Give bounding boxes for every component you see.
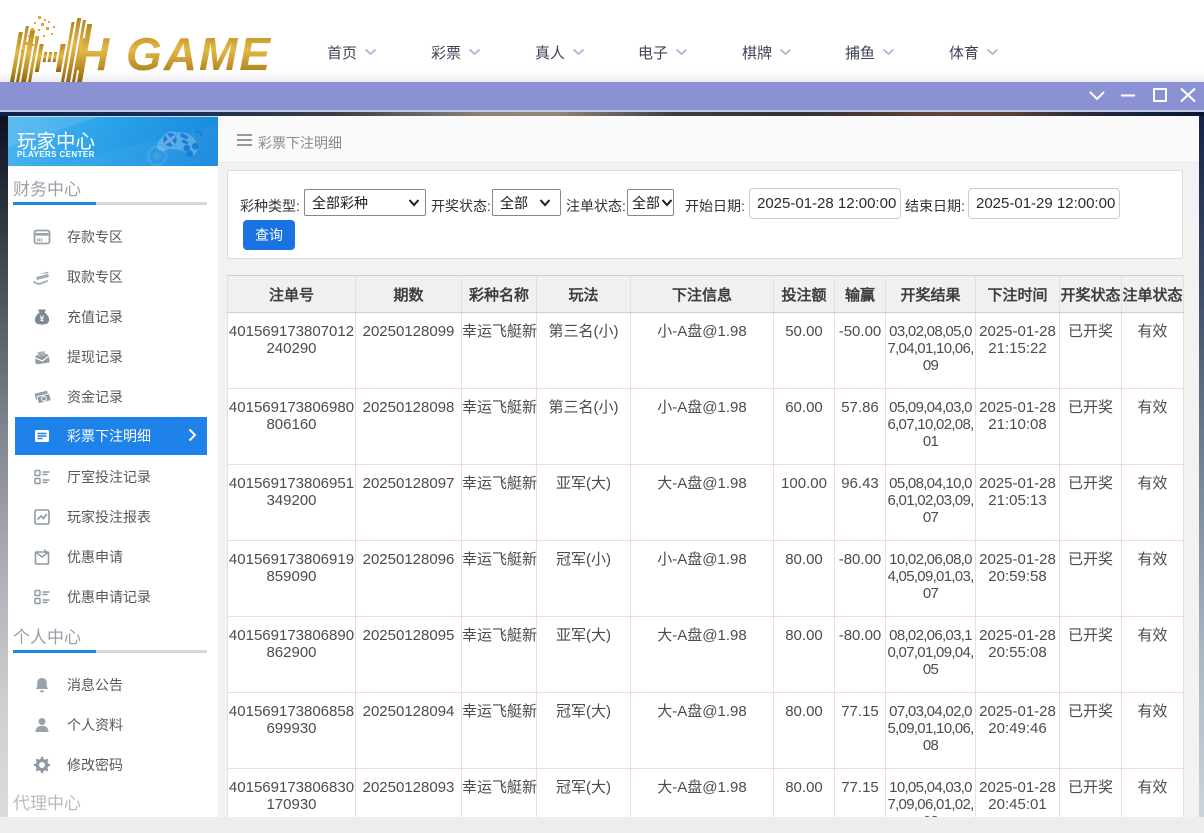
- svg-text:H GAME: H GAME: [76, 28, 272, 80]
- svg-text:¥: ¥: [40, 314, 45, 323]
